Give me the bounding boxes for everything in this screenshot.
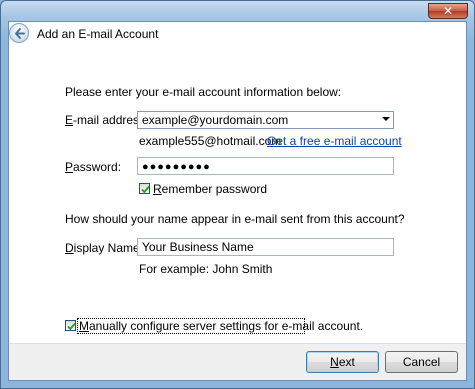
email-example: example555@hotmail.com — [139, 134, 282, 148]
display-name-value: Your Business Name — [142, 240, 254, 254]
password-label: Password: — [65, 160, 121, 174]
next-button[interactable]: Next — [306, 351, 379, 373]
cancel-button[interactable]: Cancel — [385, 351, 458, 373]
display-name-accel: D — [65, 241, 74, 255]
chevron-down-icon[interactable] — [382, 117, 390, 121]
manual-config-label: Manually configure server settings for e… — [79, 319, 363, 333]
dialog-title: Add an E-mail Account — [37, 27, 159, 41]
close-button[interactable]: ✕ — [428, 3, 468, 19]
next-accel: N — [330, 355, 339, 369]
name-question: How should your name appear in e-mail se… — [65, 212, 405, 226]
display-name-rest: isplay Name: — [73, 241, 144, 255]
close-icon: ✕ — [442, 4, 454, 18]
remember-label-rest: emember password — [161, 182, 268, 196]
checkmark-icon — [67, 322, 76, 331]
dialog-footer: Next Cancel — [9, 343, 466, 380]
remember-password-checkbox[interactable] — [139, 183, 150, 194]
dialog-client-area: Add an E-mail Account Please enter your … — [8, 21, 467, 381]
display-name-label: Display Name: — [65, 241, 143, 255]
display-name-field[interactable]: Your Business Name — [137, 238, 394, 256]
password-label-accel: P — [65, 160, 74, 174]
back-button[interactable] — [9, 23, 29, 43]
back-arrow-icon — [15, 28, 25, 39]
intro-text: Please enter your e-mail account informa… — [65, 85, 342, 99]
next-rest: ext — [338, 355, 355, 369]
password-value: ●●●●●●●●● — [142, 161, 211, 173]
email-label-accel: E — [65, 113, 74, 127]
remember-password-label: Remember password — [153, 182, 267, 196]
dialog-window: ✕ Add an E-mail Account Please enter you… — [0, 0, 475, 389]
email-address-combo[interactable]: example@yourdomain.com — [137, 111, 394, 129]
manual-config-accel: M — [79, 319, 89, 333]
password-label-rest: assword: — [73, 160, 122, 174]
manual-config-checkbox[interactable] — [65, 320, 76, 331]
remember-label-accel: R — [153, 182, 162, 196]
password-field[interactable]: ●●●●●●●●● — [137, 157, 394, 175]
free-email-link[interactable]: Get a free e-mail account — [267, 134, 402, 148]
email-address-value: example@yourdomain.com — [142, 113, 289, 127]
checkmark-icon — [141, 185, 150, 194]
dialog-header: Add an E-mail Account — [9, 22, 466, 48]
email-label: E-mail address: — [65, 113, 148, 127]
manual-config-rest: anually configure server settings for e-… — [89, 319, 364, 333]
display-name-example: For example: John Smith — [139, 262, 273, 276]
